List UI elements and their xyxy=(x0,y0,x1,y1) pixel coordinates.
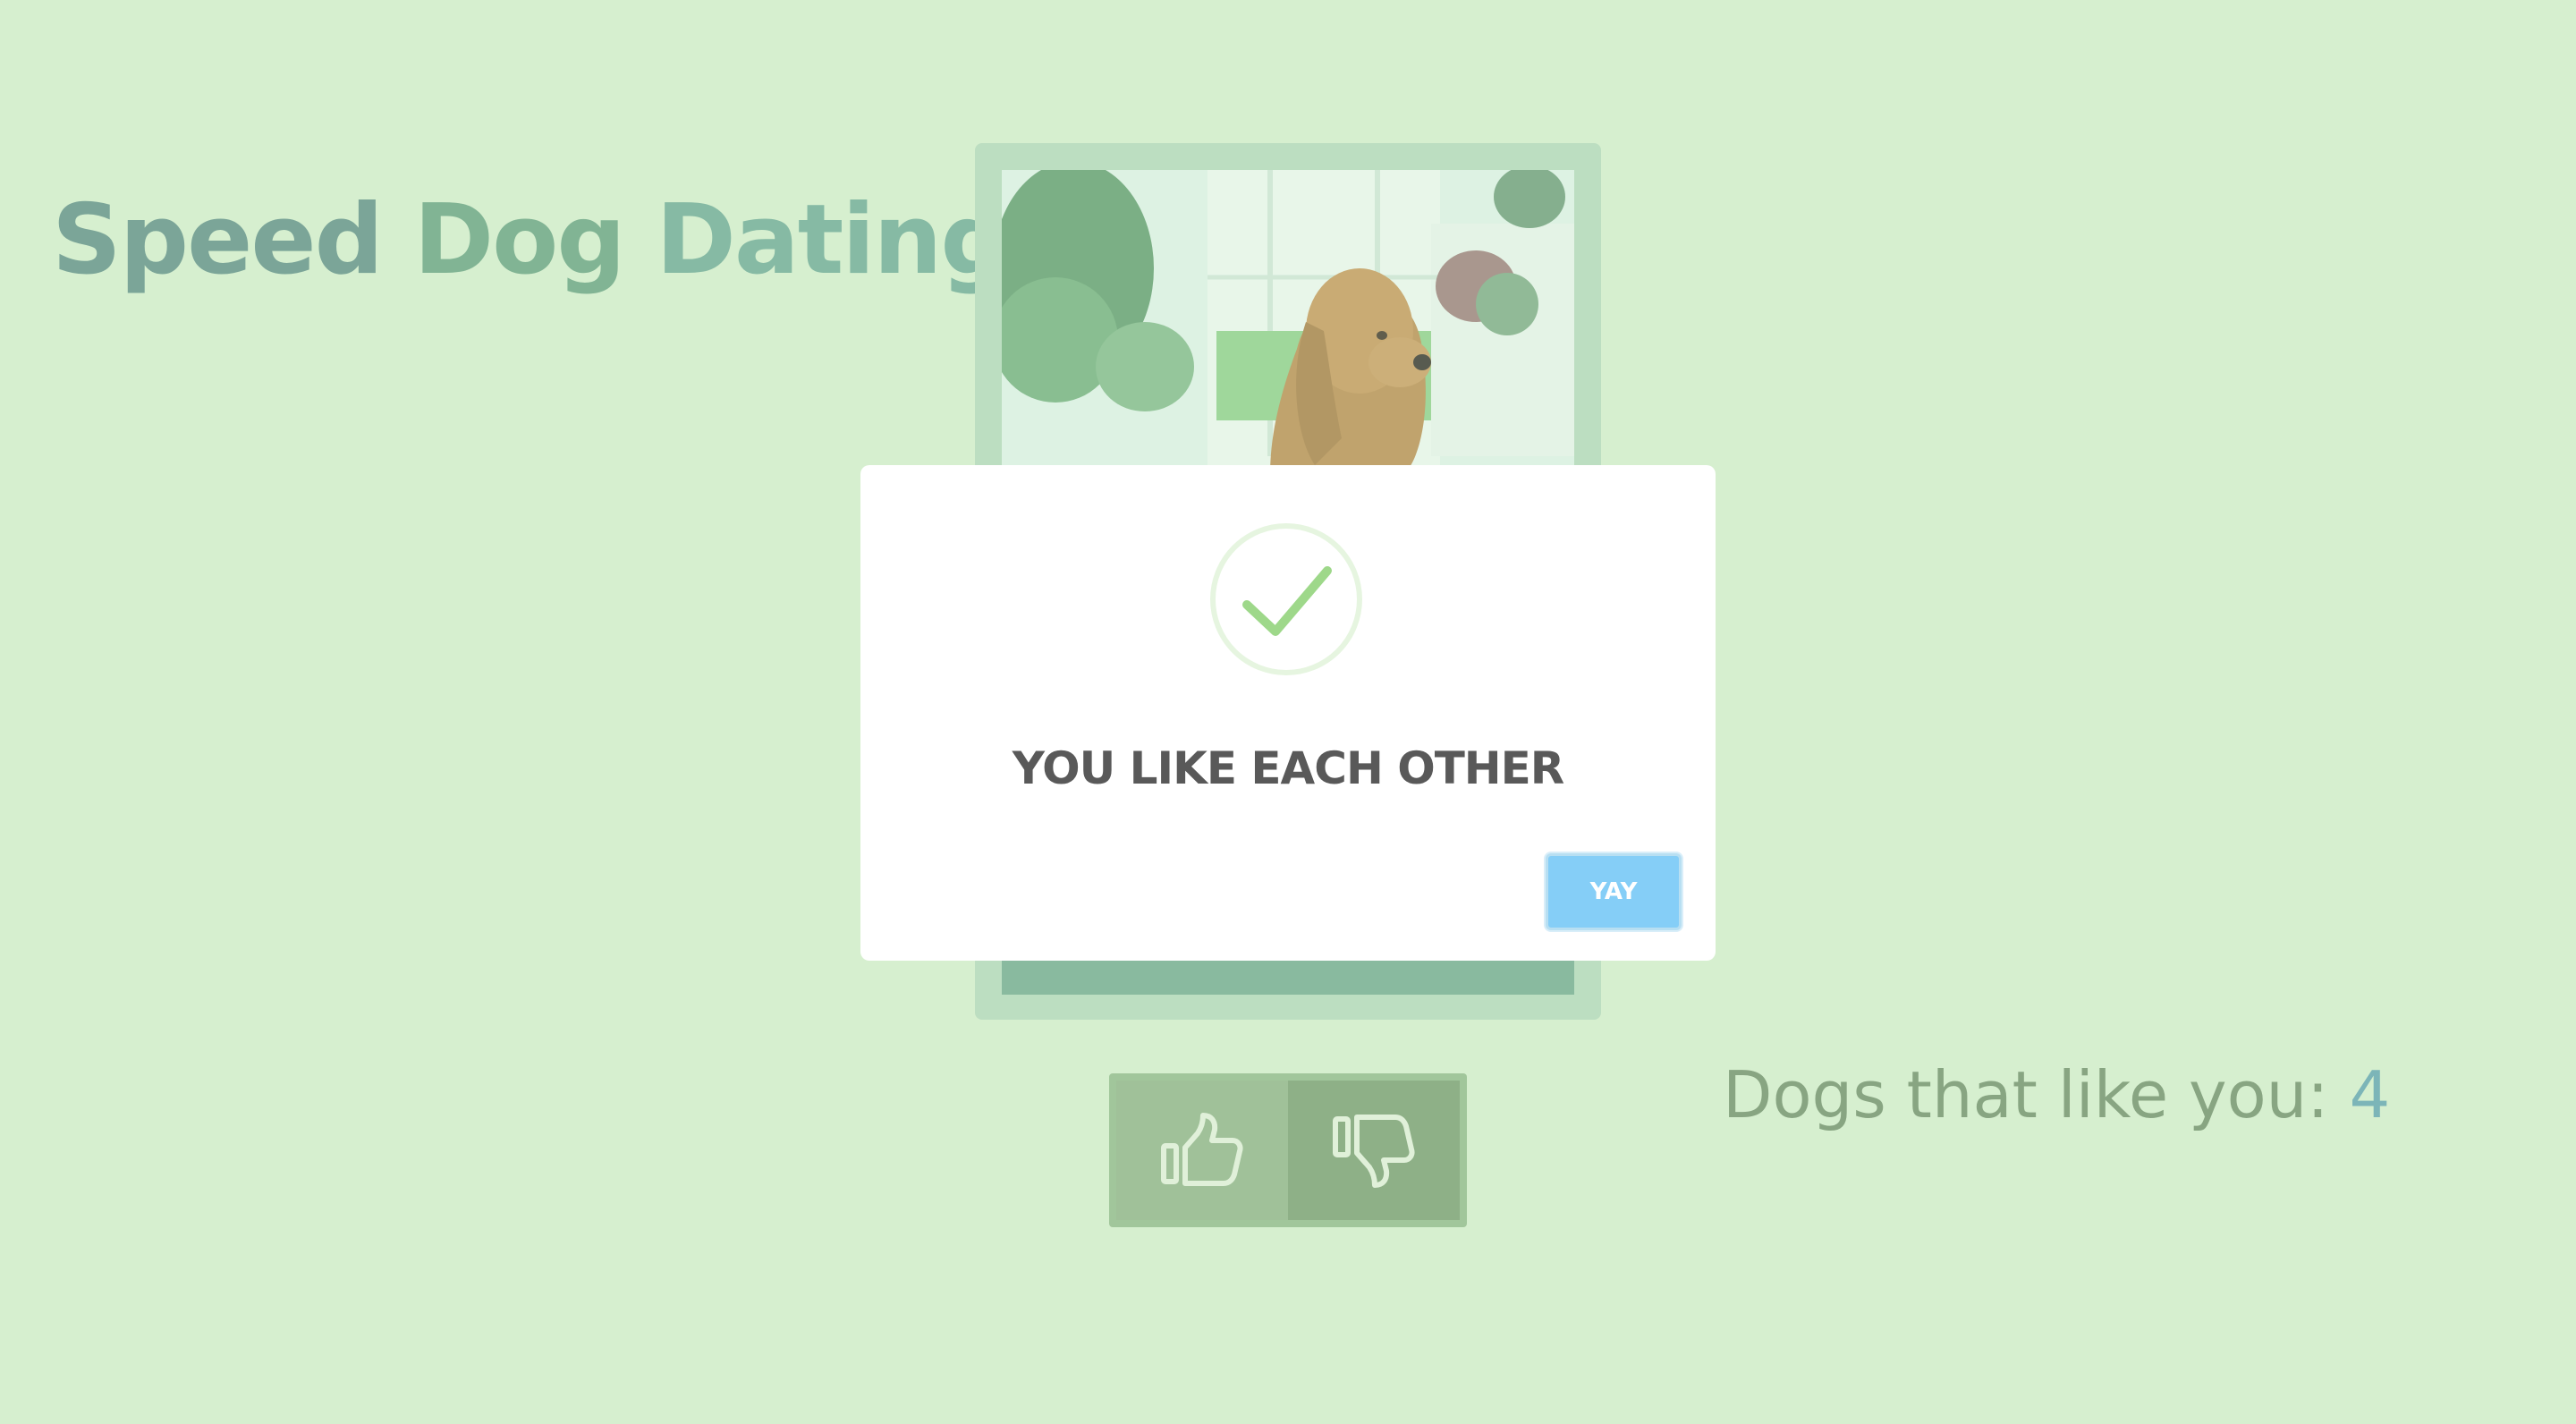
dialog-title: YOU LIKE EACH OTHER xyxy=(1012,742,1565,794)
match-dialog: YOU LIKE EACH OTHER YAY xyxy=(860,465,1716,961)
yay-button[interactable]: YAY xyxy=(1546,853,1682,930)
checkmark-icon xyxy=(1210,523,1362,675)
